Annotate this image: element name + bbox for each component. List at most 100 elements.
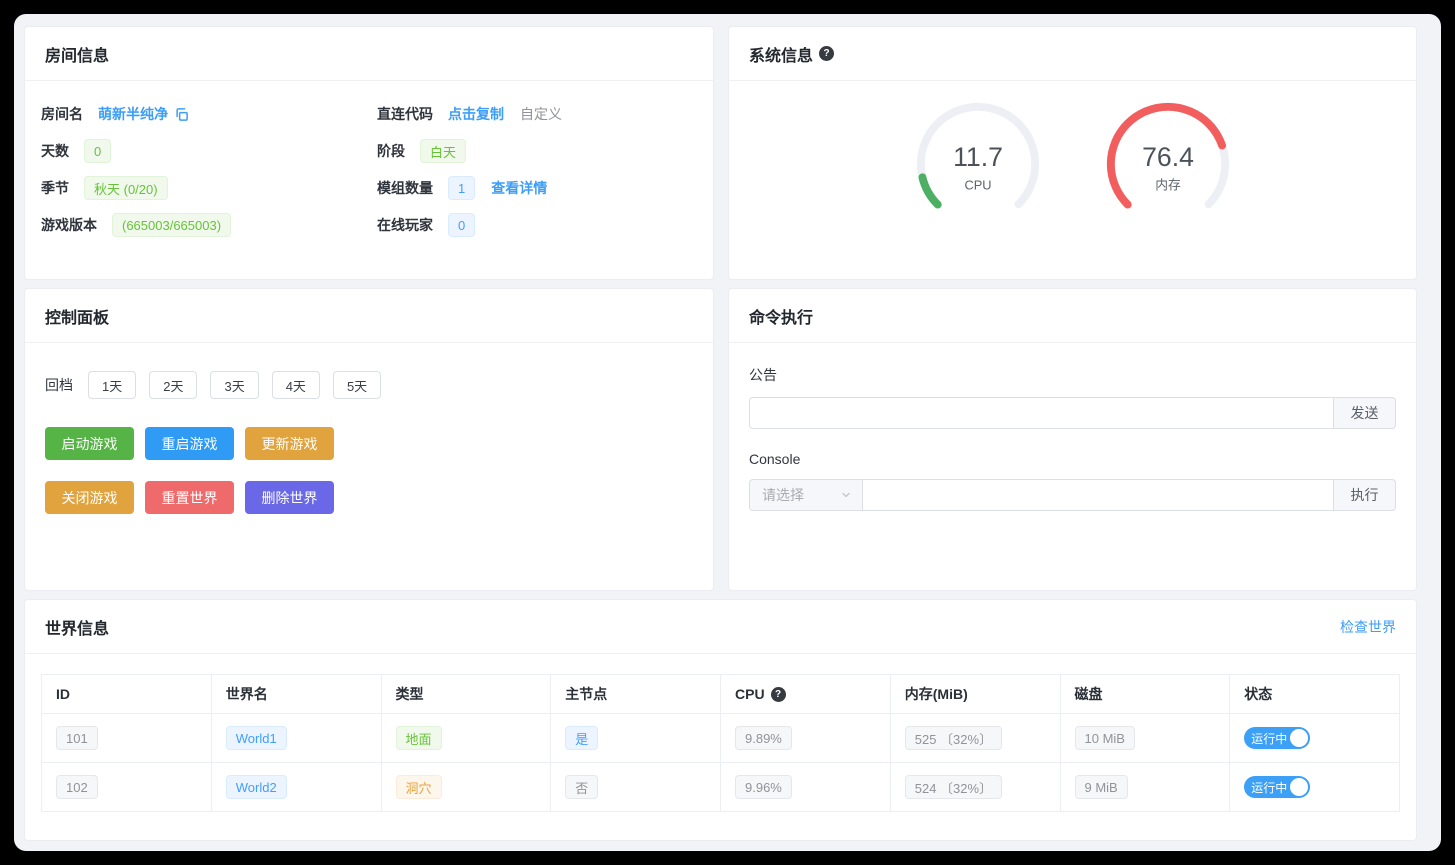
col-type: 类型 bbox=[381, 675, 551, 714]
mods-count-tag: 1 bbox=[448, 176, 475, 200]
players-label: 在线玩家 bbox=[377, 215, 433, 235]
start-game-button[interactable]: 启动游戏 bbox=[45, 427, 134, 460]
world-status-toggle[interactable]: 运行中 bbox=[1244, 727, 1310, 749]
world-info-header: 世界信息 检查世界 bbox=[25, 600, 1416, 654]
app-shell: 房间信息 房间名 萌新半纯净 天数 0 季 bbox=[14, 14, 1441, 851]
season-value-tag: 秋天 (0/20) bbox=[84, 176, 168, 200]
announce-input-group: 发送 bbox=[749, 397, 1396, 429]
table-row: 102 World2 洞穴 否 9.96% 524 〔32%〕 9 MiB 运行… bbox=[42, 763, 1400, 812]
world-type-tag: 洞穴 bbox=[396, 775, 442, 799]
check-world-link[interactable]: 检查世界 bbox=[1340, 617, 1396, 637]
copy-icon[interactable] bbox=[174, 107, 189, 122]
room-info-title: 房间信息 bbox=[45, 42, 109, 66]
chevron-down-icon bbox=[840, 489, 852, 501]
command-title: 命令执行 bbox=[749, 304, 813, 328]
room-info-right-column: 直连代码 点击复制 自定义 阶段 白天 模组数量 1 查看详情 在线玩家 bbox=[377, 102, 697, 250]
world-table: ID 世界名 类型 主节点 CPU ? 内存(MiB) 磁盘 bbox=[41, 674, 1400, 812]
control-panel-title: 控制面板 bbox=[45, 304, 109, 328]
custom-code-option[interactable]: 自定义 bbox=[520, 104, 562, 124]
players-field: 在线玩家 0 bbox=[377, 213, 697, 237]
phase-value-tag: 白天 bbox=[420, 139, 466, 163]
world-disk-tag: 10 MiB bbox=[1075, 726, 1135, 750]
season-label: 季节 bbox=[41, 178, 69, 198]
room-name-link[interactable]: 萌新半纯净 bbox=[98, 104, 168, 124]
console-select[interactable]: 请选择 bbox=[749, 479, 862, 511]
copy-code-link[interactable]: 点击复制 bbox=[448, 104, 504, 124]
world-disk-tag: 9 MiB bbox=[1075, 775, 1128, 799]
update-game-button[interactable]: 更新游戏 bbox=[245, 427, 334, 460]
world-cpu-tag: 9.89% bbox=[735, 726, 792, 750]
room-info-card: 房间信息 房间名 萌新半纯净 天数 0 季 bbox=[24, 26, 714, 280]
col-disk: 磁盘 bbox=[1060, 675, 1230, 714]
phase-field: 阶段 白天 bbox=[377, 139, 697, 163]
version-value-tag: (665003/665003) bbox=[112, 213, 231, 237]
room-name-field: 房间名 萌新半纯净 bbox=[41, 102, 361, 126]
world-id-tag: 102 bbox=[56, 775, 98, 799]
control-panel-header: 控制面板 bbox=[25, 289, 713, 343]
action-row-1: 启动游戏 重启游戏 更新游戏 bbox=[45, 427, 693, 460]
memory-gauge-label: 内存 bbox=[1155, 178, 1181, 193]
cpu-gauge-label: CPU bbox=[964, 178, 991, 193]
help-icon[interactable]: ? bbox=[819, 46, 834, 61]
cpu-gauge-value: 11.7 bbox=[953, 142, 1003, 172]
room-info-header: 房间信息 bbox=[25, 27, 713, 81]
col-master: 主节点 bbox=[551, 675, 721, 714]
console-input[interactable] bbox=[862, 479, 1334, 511]
col-world-name: 世界名 bbox=[211, 675, 381, 714]
days-label: 天数 bbox=[41, 141, 69, 161]
world-master-tag: 是 bbox=[565, 726, 598, 750]
table-row: 101 World1 地面 是 9.89% 525 〔32%〕 10 MiB 运… bbox=[42, 714, 1400, 763]
rollback-1day-button[interactable]: 1天 bbox=[88, 371, 136, 399]
version-label: 游戏版本 bbox=[41, 215, 97, 235]
col-id: ID bbox=[42, 675, 212, 714]
world-info-card: 世界信息 检查世界 ID 世界名 类型 主节点 CPU bbox=[24, 599, 1417, 841]
room-info-left-column: 房间名 萌新半纯净 天数 0 季节 秋天 (0/20) bbox=[41, 102, 361, 250]
rollback-5day-button[interactable]: 5天 bbox=[333, 371, 381, 399]
rollback-2day-button[interactable]: 2天 bbox=[149, 371, 197, 399]
days-field: 天数 0 bbox=[41, 139, 361, 163]
world-type-tag: 地面 bbox=[396, 726, 442, 750]
console-input-group: 请选择 执行 bbox=[749, 479, 1396, 511]
memory-gauge-value: 76.4 bbox=[1142, 142, 1194, 172]
col-cpu: CPU ? bbox=[721, 675, 891, 714]
exec-button[interactable]: 执行 bbox=[1334, 479, 1396, 511]
rollback-4day-button[interactable]: 4天 bbox=[272, 371, 320, 399]
version-field: 游戏版本 (665003/665003) bbox=[41, 213, 361, 237]
world-status-toggle[interactable]: 运行中 bbox=[1244, 776, 1310, 798]
days-value-tag: 0 bbox=[84, 139, 111, 163]
world-name-tag: World1 bbox=[226, 726, 287, 750]
send-button[interactable]: 发送 bbox=[1334, 397, 1396, 429]
announce-input[interactable] bbox=[749, 397, 1334, 429]
mods-label: 模组数量 bbox=[377, 178, 433, 198]
console-select-placeholder: 请选择 bbox=[762, 485, 804, 505]
cpu-help-icon[interactable]: ? bbox=[771, 687, 786, 702]
rollback-label: 回档 bbox=[45, 375, 73, 395]
world-status-label: 运行中 bbox=[1251, 730, 1287, 747]
control-panel-card: 控制面板 回档 1天 2天 3天 4天 5天 启动游戏 重启游戏 更新游戏 关闭… bbox=[24, 288, 714, 591]
command-header: 命令执行 bbox=[729, 289, 1416, 343]
world-master-tag: 否 bbox=[565, 775, 598, 799]
world-cpu-tag: 9.96% bbox=[735, 775, 792, 799]
view-mods-link[interactable]: 查看详情 bbox=[491, 178, 547, 198]
reset-world-button[interactable]: 重置世界 bbox=[145, 481, 234, 514]
phase-label: 阶段 bbox=[377, 141, 405, 161]
season-field: 季节 秋天 (0/20) bbox=[41, 176, 361, 200]
world-memory-tag: 525 〔32%〕 bbox=[905, 726, 1002, 750]
system-info-card: 系统信息 ? 11.7 CPU 76. bbox=[728, 26, 1417, 280]
toggle-knob bbox=[1290, 778, 1308, 796]
command-card: 命令执行 公告 发送 Console 请选择 执行 bbox=[728, 288, 1417, 591]
toggle-knob bbox=[1290, 729, 1308, 747]
world-info-title: 世界信息 bbox=[45, 615, 109, 639]
world-name-tag: World2 bbox=[226, 775, 287, 799]
memory-gauge: 76.4 内存 bbox=[1099, 95, 1237, 236]
room-name-label: 房间名 bbox=[41, 104, 83, 124]
restart-game-button[interactable]: 重启游戏 bbox=[145, 427, 234, 460]
stop-game-button[interactable]: 关闭游戏 bbox=[45, 481, 134, 514]
cpu-gauge: 11.7 CPU bbox=[909, 95, 1047, 236]
direct-code-label: 直连代码 bbox=[377, 104, 433, 124]
delete-world-button[interactable]: 删除世界 bbox=[245, 481, 334, 514]
mods-field: 模组数量 1 查看详情 bbox=[377, 176, 697, 200]
rollback-3day-button[interactable]: 3天 bbox=[210, 371, 258, 399]
action-row-2: 关闭游戏 重置世界 删除世界 bbox=[45, 481, 693, 514]
direct-code-field: 直连代码 点击复制 自定义 bbox=[377, 102, 697, 126]
